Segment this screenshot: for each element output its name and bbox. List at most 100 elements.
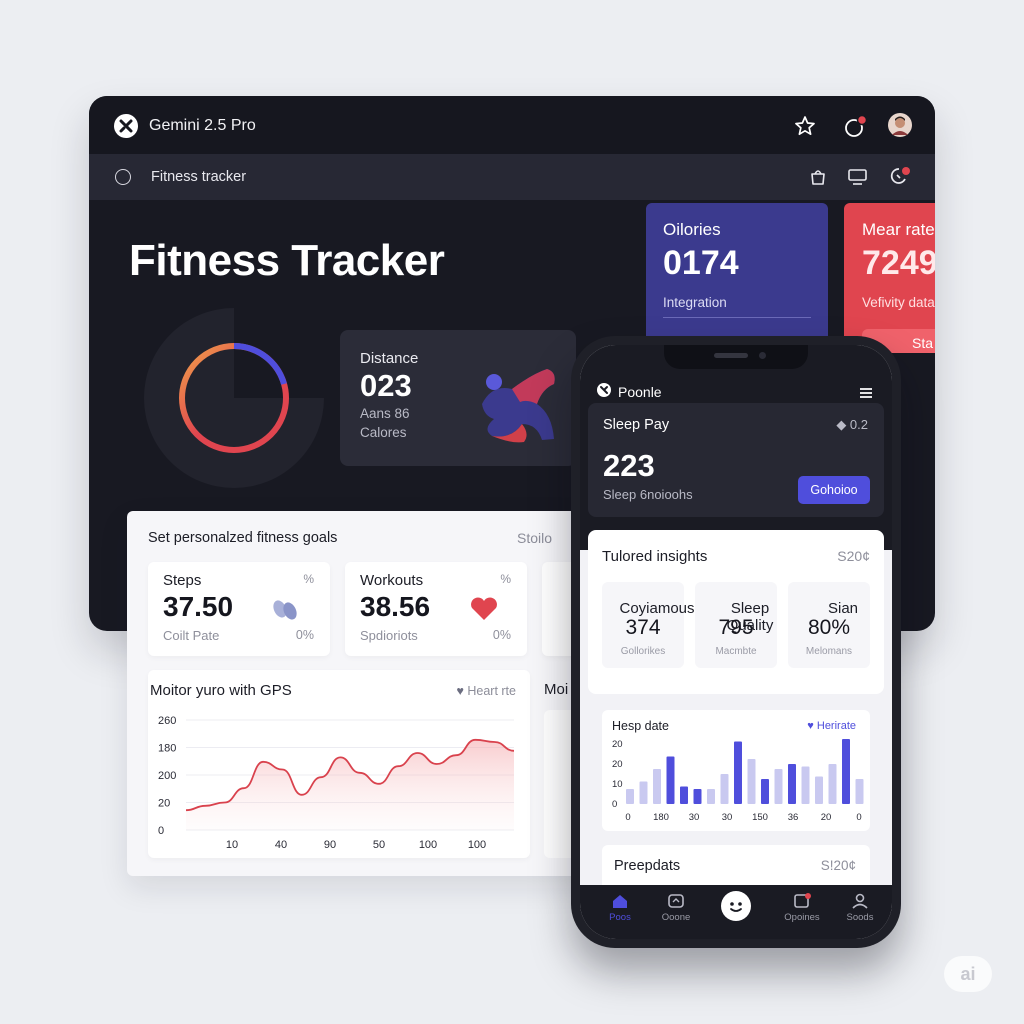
heart-rate-title: Mear rate [862, 220, 935, 239]
y-tick-label: 20 [158, 798, 170, 810]
avatar[interactable] [888, 113, 912, 137]
insight-card-third[interactable]: Sian 80% Melomans [788, 582, 870, 668]
x-tick-label: 30 [689, 812, 700, 823]
insights-value: S20¢ [837, 548, 870, 564]
bar [842, 739, 850, 804]
workouts-card[interactable]: Workouts 38.56 Spdioriots % 0% [345, 562, 527, 656]
nav-item-chat[interactable]: Ooone [646, 893, 706, 923]
insights-title: Tulored insights [602, 548, 708, 565]
monitor-icon[interactable] [847, 167, 869, 187]
workouts-value: 38.56 [360, 591, 431, 622]
panel-title: Set personalzed fitness goals [148, 530, 338, 546]
profile-icon [852, 893, 868, 909]
distance-label: Distance [360, 350, 419, 367]
heart-rate-card[interactable]: Mear rate 7249 Vefivity data Sta [844, 203, 935, 353]
bar [801, 766, 810, 804]
nav-item-home[interactable]: Poos [590, 893, 650, 923]
bar [653, 769, 661, 804]
y-tick-label: 260 [158, 715, 176, 727]
x-tick-label: 10 [226, 839, 238, 851]
nav-label: Opoines [784, 912, 820, 923]
bar [747, 759, 756, 804]
steps-sub: Coilt Pate [163, 628, 220, 643]
insight-card-calories[interactable]: Coyiamous 374 Gollorikes [602, 582, 695, 668]
y-tick-label: 180 [158, 743, 176, 755]
y-tick-label: 20 [612, 759, 623, 770]
y-tick-label: 10 [612, 779, 623, 790]
phone-screen: Poonle Sleep Pay ◆ 0.2 223 Sleep 6noiooh… [580, 345, 892, 939]
phone-logo-icon [597, 383, 611, 397]
second-chart-title: Moi [544, 681, 569, 698]
calories-title: Oilories [663, 220, 721, 239]
area-chart: 0 20 200 180 260 10 40 90 50 100 100 [158, 715, 515, 851]
star-icon[interactable] [794, 115, 816, 137]
gps-chart-card[interactable]: Moitor yuro with GPS ♥ Heart rte 0 20 200 1… [148, 670, 530, 858]
tab-title[interactable]: Fitness tracker [151, 169, 246, 185]
menu-icon[interactable] [859, 387, 873, 399]
sleep-button[interactable]: Gohoioo [798, 476, 870, 504]
calories-divider [663, 317, 811, 318]
tab-bar: Fitness tracker [89, 154, 935, 200]
bar [666, 756, 675, 804]
inbox-icon [794, 893, 811, 908]
bar [707, 789, 715, 804]
sleep-value: 223 [603, 448, 655, 483]
insight-card-sleep-quality[interactable]: Sleep Quality 795 Macmbte [695, 582, 777, 668]
distance-value: 023 [360, 368, 412, 403]
bar [720, 774, 729, 804]
steps-card[interactable]: Steps 37.50 Coilt Pate % 0% [148, 562, 330, 656]
workouts-title: Workouts [360, 572, 424, 589]
x-tick-label: 40 [275, 839, 287, 851]
nav-item-inbox[interactable]: Opoines [772, 893, 832, 923]
workouts-pct-bottom: 0% [492, 628, 511, 642]
distance-line1: Aans 86 [360, 406, 410, 421]
speaker-grille [714, 353, 748, 358]
x-tick-label: 180 [653, 812, 669, 823]
sleep-title: Sleep Pay [603, 417, 670, 433]
notification-icon[interactable] [843, 115, 869, 139]
bar-chart: 0 10 20 20 0 180 30 30 150 36 20 0 [612, 739, 864, 823]
distance-card[interactable]: Distance 023 Aans 86 Calores [340, 330, 576, 466]
app-title: Gemini 2.5 Pro [149, 117, 256, 134]
bar [774, 769, 783, 804]
x-tick-label: 90 [324, 839, 336, 851]
phone-notch [664, 345, 808, 369]
panel-status[interactable]: Stoilo [517, 530, 552, 546]
heart-rate-value: 7249 [862, 244, 935, 282]
sleep-card[interactable]: Sleep Pay ◆ 0.2 223 Sleep 6noioohs Gohoi… [588, 403, 884, 517]
bag-icon[interactable] [808, 167, 828, 187]
insight-title: Sian [827, 600, 859, 617]
bar [680, 786, 688, 804]
x-tick-label: 30 [722, 812, 733, 823]
bar-chart-card[interactable]: Hesp date ♥ Herirate 0 10 20 20 0 180 30 30 150 3… [602, 710, 870, 831]
insight-value: 374 [625, 616, 661, 639]
nav-label: Ooone [661, 912, 691, 923]
area-fill [186, 739, 514, 830]
steps-pct-bottom: 0% [295, 628, 314, 642]
nav-item-profile[interactable]: Soods [830, 893, 890, 923]
face-icon[interactable] [721, 891, 751, 921]
athlete-illustration [472, 344, 572, 448]
y-tick-label: 200 [158, 770, 176, 782]
steps-pct-top: % [303, 572, 314, 586]
calories-subtitle: Integration [663, 295, 727, 310]
sleep-sub: Sleep 6noioohs [603, 487, 693, 502]
steps-value: 37.50 [163, 591, 234, 622]
x-tick-label: 150 [752, 812, 768, 823]
bottom-nav: Poos Ooone Opoines Soods [580, 885, 892, 939]
distance-line2: Calores [360, 425, 407, 440]
insight-sub: Macmbte [715, 646, 757, 657]
x-tick-label: 0 [856, 812, 861, 823]
heart-rate-subtitle: Vefivity data [862, 295, 935, 310]
phone-app-name: Poonle [618, 384, 662, 400]
bar [855, 779, 864, 804]
x-tick-label: 0 [625, 812, 630, 823]
tab-status-icon [115, 169, 131, 185]
sleep-badge: ◆ 0.2 [836, 417, 868, 432]
y-tick-label: 0 [612, 799, 617, 810]
alert-icon[interactable] [889, 165, 913, 187]
calories-card[interactable]: Oilories 0174 Integration [646, 203, 828, 343]
x-tick-label: 36 [788, 812, 799, 823]
x-tick-label: 20 [821, 812, 832, 823]
nav-label: Soods [846, 912, 874, 923]
